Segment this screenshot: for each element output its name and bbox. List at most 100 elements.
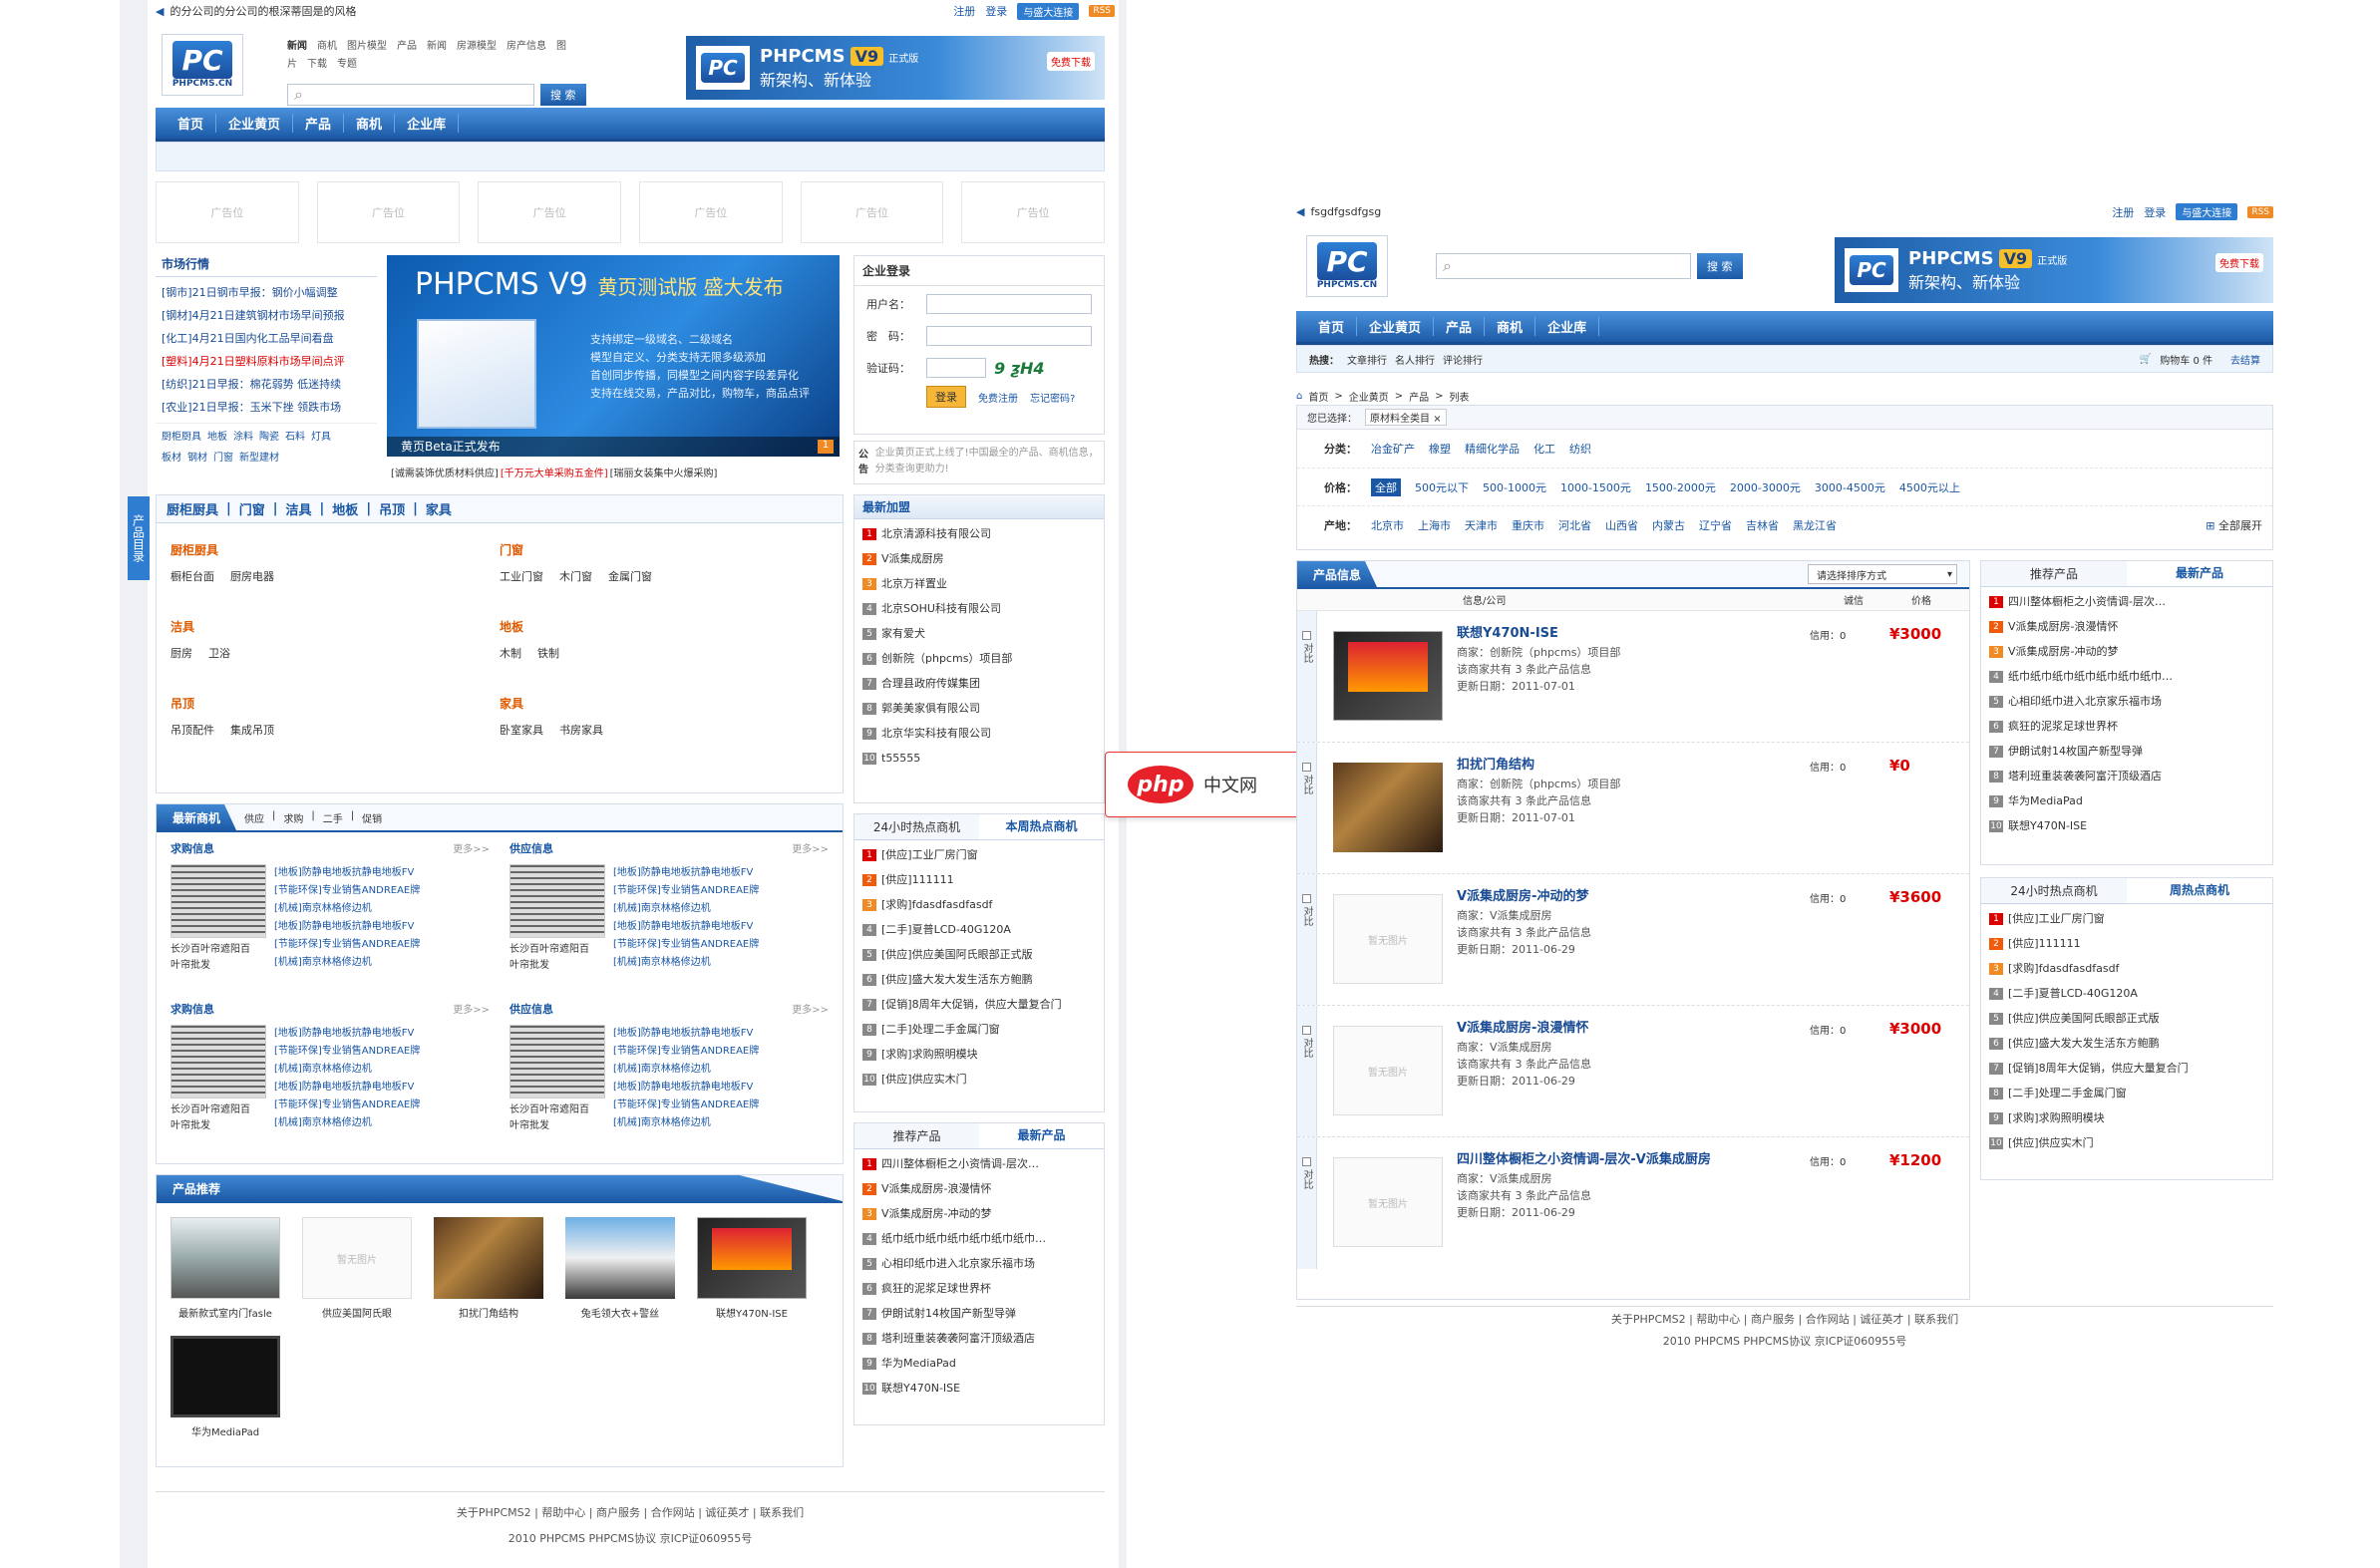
list-item[interactable]: 9 华为MediaPad [862,1351,1096,1376]
filter-option[interactable]: 辽宁省 [1699,517,1732,533]
register-link[interactable]: 注册 [953,3,975,19]
list-item[interactable]: 3 V派集成厨房-冲动的梦 [1989,639,2264,664]
biz-line[interactable]: [机械]南京林格修边机 [613,1114,759,1132]
nav-products[interactable]: 产品 [293,114,345,133]
biz-line[interactable]: [地板]防静电地板抗静电地板FV [274,1025,420,1043]
header-link[interactable]: 房源模型 [457,38,497,56]
site-logo[interactable]: PC PHPCMS.CN [162,34,243,96]
catalog-link[interactable]: 木制 [500,645,521,661]
product-card[interactable]: 华为MediaPad [170,1336,280,1438]
search-input[interactable]: ⌕ [287,84,534,106]
rss-button[interactable]: RSS [2247,205,2273,218]
filter-option[interactable]: 上海市 [1418,517,1451,533]
product-name[interactable]: 供应美国阿氏眼 [302,1305,412,1320]
tab-recommended[interactable]: 推荐产品 [1981,561,2127,586]
list-item[interactable]: 9 华为MediaPad [1989,788,2264,813]
list-item[interactable]: 2 [供应]111111 [862,867,1096,892]
search-button[interactable]: 搜 索 [1697,253,1743,279]
nav-home[interactable]: 首页 [1306,317,1358,336]
image-caption[interactable]: 叶帘批发 [170,1118,266,1134]
product-name[interactable]: 兔毛领大衣+警丝 [565,1305,675,1320]
biz-line[interactable]: [机械]南京林格修边机 [274,1114,420,1132]
ad-slot[interactable]: 广告位 [961,181,1106,243]
catalog-tab[interactable]: 吊顶 [379,499,405,518]
login-button[interactable]: 登录 [926,386,966,408]
product-title[interactable]: 四川整体橱柜之小资情调-层次-V派集成厨房 [1457,1151,1810,1168]
no-image-placeholder[interactable]: 暂无图片 [1333,1157,1443,1247]
list-item[interactable]: 3 北京万祥置业 [862,571,1096,596]
image-caption[interactable]: 长沙百叶帘遮阳百 [510,942,605,958]
catalog-heading[interactable]: 洁具 [170,618,500,635]
product-card[interactable]: 最新款式室内门fasle [170,1217,280,1320]
image-caption[interactable]: 长沙百叶帘遮阳百 [170,1102,266,1118]
list-item[interactable]: 3 V派集成厨房-冲动的梦 [862,1201,1096,1226]
rss-button[interactable]: RSS [1089,5,1115,17]
register-link[interactable]: 注册 [2112,204,2134,220]
list-item[interactable]: 5 [供应]供应美国阿氏眼部正式版 [862,942,1096,967]
header-link[interactable]: 专题 [337,56,357,74]
biz-line[interactable]: [机械]南京林格修边机 [274,954,420,972]
catalog-heading[interactable]: 地板 [500,618,829,635]
image-caption[interactable]: 叶帘批发 [510,1118,605,1134]
market-item[interactable]: [纺织]21日早报：棉花弱势 低迷持续 [162,373,371,396]
notice-text[interactable]: 企业黄页正式上线了!中国最全的产品、商机信息，分类查询更助力! [875,446,1100,479]
list-item[interactable]: 4 纸巾纸巾纸巾纸巾纸巾纸巾纸巾… [1989,664,2264,689]
list-item[interactable]: 1 四川整体橱柜之小资情调-层次… [1989,589,2264,614]
biz-line[interactable]: [节能环保]专业销售ANDREAE牌 [613,882,759,900]
product-card[interactable]: 暂无图片 供应美国阿氏眼 [302,1217,412,1320]
header-link[interactable]: 图 [556,38,566,56]
filter-option[interactable]: 橡塑 [1429,441,1451,457]
list-item[interactable]: 10 t55555 [862,746,1096,771]
banner-download[interactable]: 免费下载 [2215,253,2263,272]
product-name[interactable]: 联想Y470N-ISE [697,1305,807,1320]
list-item[interactable]: 6 疯狂的泥浆足球世界杯 [862,1276,1096,1301]
catalog-heading[interactable]: 吊顶 [170,695,500,712]
ticker-item[interactable]: [千万元大单采购五金件] [501,465,608,479]
list-item[interactable]: 2 V派集成厨房 [862,546,1096,571]
list-item[interactable]: 8 [二手]处理二手金属门窗 [862,1017,1096,1042]
ad-slot[interactable]: 广告位 [156,181,299,243]
list-item[interactable]: 7 伊朗试射14枚国产新型导弹 [1989,739,2264,764]
filter-option[interactable]: 4500元以上 [1899,479,1960,495]
product-name[interactable]: 扣扰门角结构 [434,1305,543,1320]
product-name[interactable]: 华为MediaPad [170,1423,280,1438]
ad-slot[interactable]: 广告位 [316,181,461,243]
sort-select[interactable]: 请选择排序方式 ▾ [1808,564,1957,584]
header-link[interactable]: 新闻 [287,38,307,56]
search-input[interactable]: ⌕ [1436,253,1691,279]
nav-enterprise[interactable]: 企业库 [395,114,460,133]
compare-checkbox[interactable]: 对比 [1297,743,1317,873]
ad-slot[interactable]: 广告位 [478,181,622,243]
breadcrumb-item[interactable]: 首页 [1308,389,1328,404]
filter-option[interactable]: 1500-2000元 [1645,479,1716,495]
biz-line[interactable]: [机械]南京林格修边机 [613,900,759,918]
login-link[interactable]: 登录 [2144,204,2166,220]
biz-line[interactable]: [节能环保]专业销售ANDREAE牌 [613,1043,759,1061]
list-item[interactable]: 9 [求购]求购照明模块 [1989,1105,2264,1130]
biz-line[interactable]: [节能环保]专业销售ANDREAE牌 [613,1097,759,1114]
header-link[interactable]: 片 [287,56,297,74]
biz-line[interactable]: [地板]防静电地板抗静电地板FV [613,1025,759,1043]
list-item[interactable]: 6 [供应]盛大发大发生活东方鲍鹏 [862,967,1096,992]
footer-links[interactable]: 关于PHPCMS2 | 帮助中心 | 商户服务 | 合作网站 | 诚征英才 | … [156,1500,1105,1526]
biz-line[interactable]: [节能环保]专业销售ANDREAE牌 [613,936,759,954]
hero-slide[interactable]: PHPCMS V9 黄页测试版 盛大发布 支持绑定一级域名、二级域名 模型自定义… [387,255,840,457]
tag-link[interactable]: 灯具 [311,428,331,443]
list-item[interactable]: 2 [供应]111111 [1989,931,2264,956]
list-item[interactable]: 8 郭美美家俱有限公司 [862,696,1096,721]
compare-checkbox[interactable]: 对比 [1297,1137,1317,1269]
list-item[interactable]: 6 创新院（phpcms）项目部 [862,646,1096,671]
list-item[interactable]: 9 北京华实科技有限公司 [862,721,1096,746]
blinds-image[interactable] [510,864,605,938]
catalog-link[interactable]: 木门窗 [559,568,592,584]
ticker-item[interactable]: [瑞丽女装集中火爆采购] [610,465,718,479]
list-item[interactable]: 5 心相印纸巾进入北京家乐福市场 [862,1251,1096,1276]
filter-option[interactable]: 河北省 [1558,517,1591,533]
list-item[interactable]: 5 心相印纸巾进入北京家乐福市场 [1989,689,2264,714]
compare-checkbox[interactable]: 对比 [1297,874,1317,1005]
hot-tab-24h[interactable]: 24小时热点商机 [1981,878,2127,903]
biz-line[interactable]: [机械]南京林格修边机 [613,1061,759,1079]
filter-option[interactable]: 全部 [1371,477,1401,496]
image-caption[interactable]: 长沙百叶帘遮阳百 [510,1102,605,1118]
list-item[interactable]: 5 [供应]供应美国阿氏眼部正式版 [1989,1006,2264,1031]
